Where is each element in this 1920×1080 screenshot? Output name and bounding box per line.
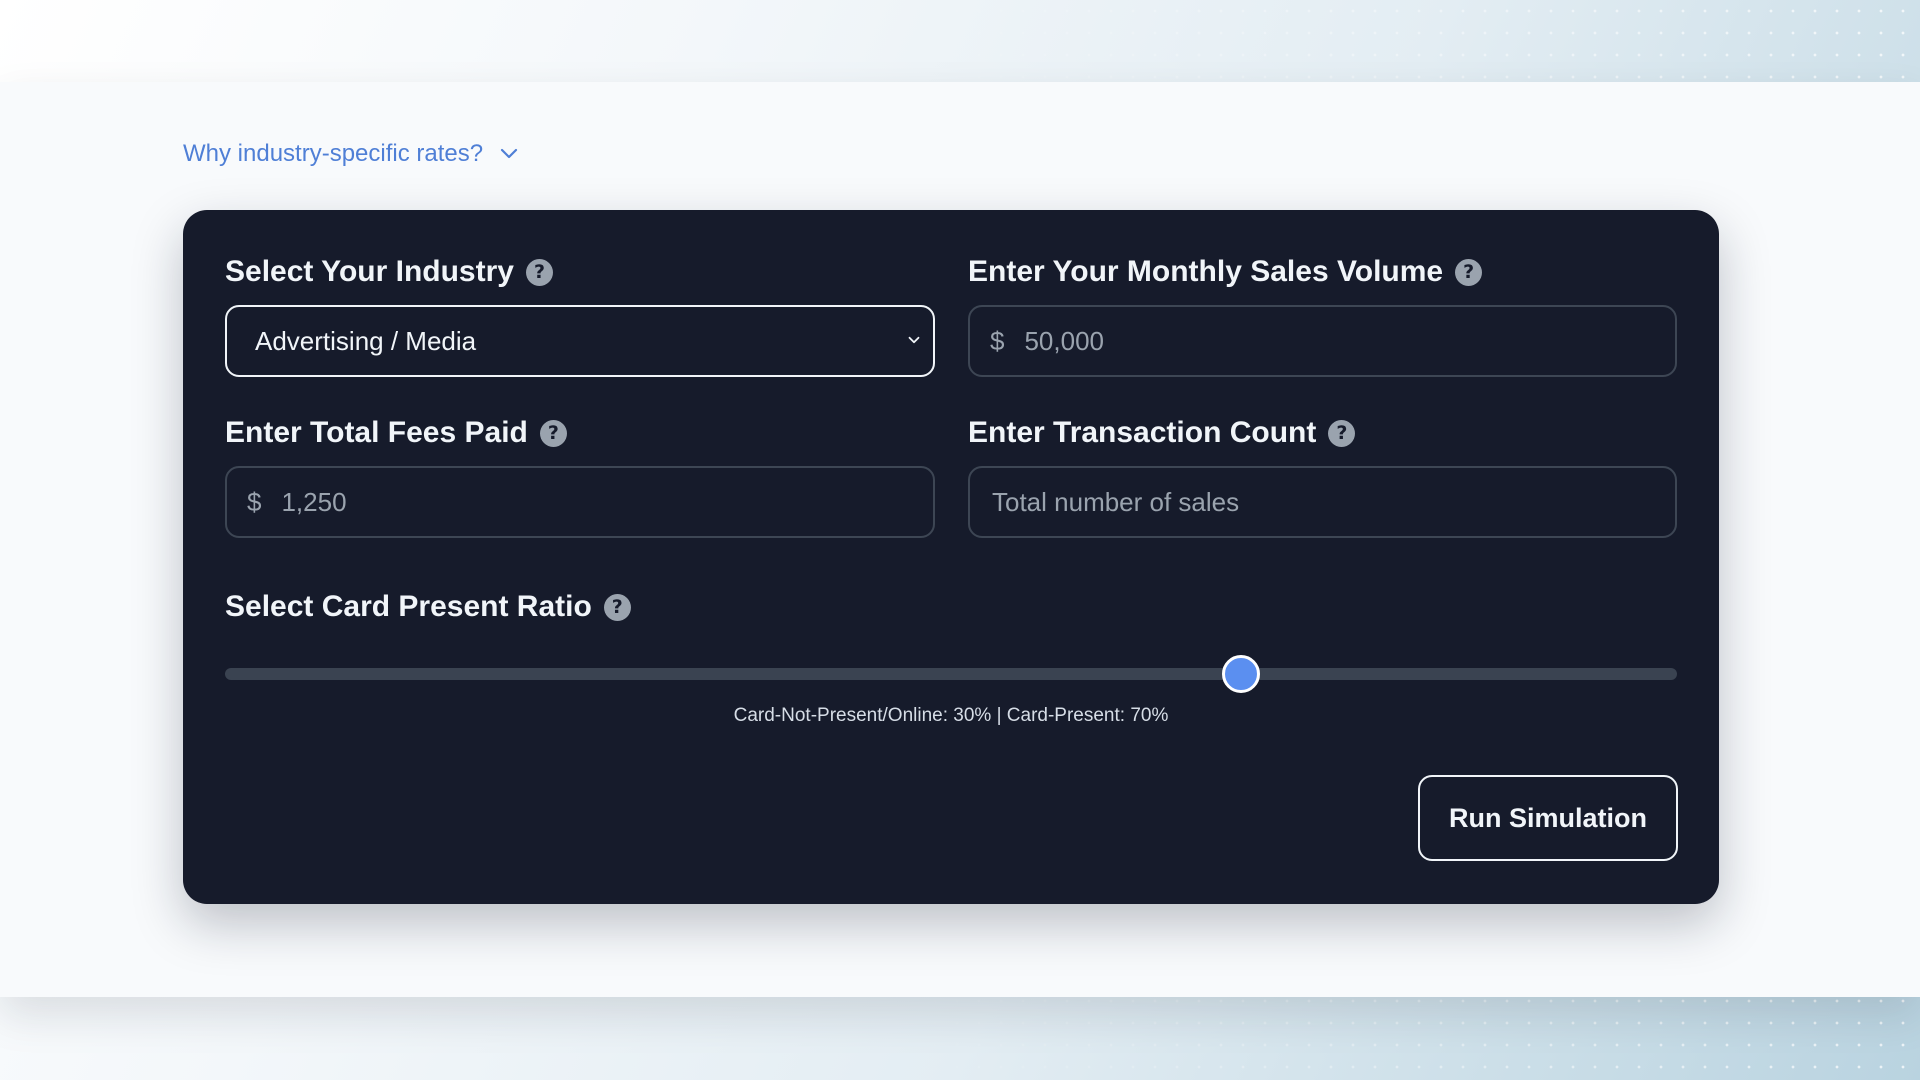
card-present-readout: Card-Not-Present/Online: 30% | Card-Pres… xyxy=(733,705,1169,726)
total-fees-label: Enter Total Fees Paid xyxy=(225,416,528,449)
chevron-down-icon xyxy=(500,148,518,159)
industry-help-icon[interactable]: ? xyxy=(525,258,553,286)
simulator-card: Select Your Industry ? Advertising / Med… xyxy=(183,210,1719,904)
industry-label: Select Your Industry xyxy=(225,255,514,288)
why-industry-rates-toggle[interactable]: Why industry-specific rates? xyxy=(183,140,521,168)
total-fees-label-row: Enter Total Fees Paid ? xyxy=(225,416,567,450)
dollar-sign-icon: $ xyxy=(990,325,1005,356)
monthly-sales-input[interactable] xyxy=(1024,325,1675,357)
card-present-slider-thumb[interactable] xyxy=(1222,655,1261,693)
dollar-sign-icon: $ xyxy=(247,486,262,517)
industry-select[interactable]: Advertising / Media xyxy=(225,305,935,377)
transaction-count-field[interactable] xyxy=(968,466,1677,538)
transaction-count-input[interactable] xyxy=(992,486,1675,518)
card-present-slider-track[interactable] xyxy=(225,655,1677,693)
chevron-down-icon xyxy=(908,336,920,344)
monthly-sales-help-icon[interactable]: ? xyxy=(1455,258,1483,286)
transaction-count-help-icon[interactable]: ? xyxy=(1328,419,1356,447)
run-simulation-button[interactable]: Run Simulation xyxy=(1418,775,1678,861)
total-fees-input[interactable] xyxy=(281,486,933,518)
industry-label-row: Select Your Industry ? xyxy=(225,255,553,289)
why-industry-rates-label: Why industry-specific rates? xyxy=(183,140,484,167)
card-present-label: Select Card Present Ratio xyxy=(225,590,592,623)
monthly-sales-field[interactable]: $ xyxy=(968,305,1677,377)
card-present-label-row: Select Card Present Ratio ? xyxy=(225,590,631,624)
total-fees-field[interactable]: $ xyxy=(225,466,935,538)
total-fees-help-icon[interactable]: ? xyxy=(539,419,567,447)
monthly-sales-label-row: Enter Your Monthly Sales Volume ? xyxy=(968,255,1483,289)
transaction-count-label: Enter Transaction Count xyxy=(968,416,1317,449)
card-present-help-icon[interactable]: ? xyxy=(603,593,631,621)
industry-select-value: Advertising / Media xyxy=(255,325,477,356)
monthly-sales-label: Enter Your Monthly Sales Volume xyxy=(968,255,1444,288)
transaction-count-label-row: Enter Transaction Count ? xyxy=(968,416,1356,450)
